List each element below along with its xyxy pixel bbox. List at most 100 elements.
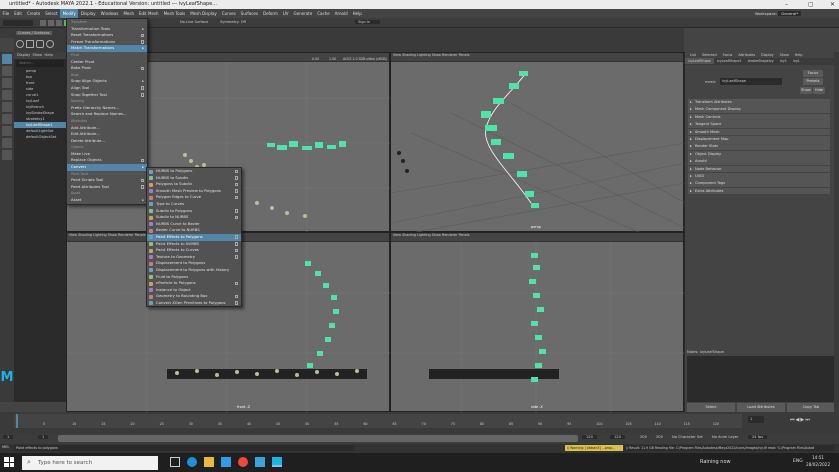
menu-display[interactable]: Display bbox=[78, 9, 98, 18]
menu-item-geometry-to-bounding-box[interactable]: Geometry to Bounding Box bbox=[147, 293, 241, 300]
menu-item-add-attribute[interactable]: Add Attribute... bbox=[67, 125, 147, 132]
layout-single-icon[interactable] bbox=[2, 126, 12, 136]
menu-item-match-transformations[interactable]: Match Transformations ▸ bbox=[67, 45, 147, 52]
playback-end-field[interactable]: 120 bbox=[582, 435, 597, 439]
option-box-icon[interactable] bbox=[140, 178, 144, 183]
menu-item-prefix-hierarchy-names[interactable]: Prefix Hierarchy Names... bbox=[67, 105, 147, 112]
rotate-tool-icon[interactable] bbox=[2, 102, 12, 112]
attr-section-component-tags[interactable]: Component Tags bbox=[688, 180, 830, 188]
menu-cache[interactable]: Cache bbox=[315, 9, 332, 18]
menu-item-edit-attribute[interactable]: Edit Attribute... bbox=[67, 131, 147, 138]
menu-item-texture-to-geometry[interactable]: Texture to Geometry bbox=[147, 254, 241, 261]
menu-curves[interactable]: Curves bbox=[219, 9, 238, 18]
menu-item-displacement-to-polygons-with-history[interactable]: Displacement to Polygons with History bbox=[147, 267, 241, 274]
menu-generate[interactable]: Generate bbox=[291, 9, 315, 18]
option-box-icon[interactable] bbox=[234, 169, 238, 173]
mail-icon[interactable] bbox=[255, 457, 265, 467]
anim-end-field-2[interactable]: 200 bbox=[656, 435, 663, 439]
task-view-icon[interactable] bbox=[170, 457, 180, 467]
menu-item-transformation-tools[interactable]: Transformation Tools ▸ bbox=[67, 26, 147, 33]
menu-item-convert[interactable]: Convert ▸ bbox=[67, 164, 147, 171]
menu-mesh[interactable]: Mesh bbox=[121, 9, 137, 18]
menu-modify[interactable]: Modify bbox=[60, 9, 79, 18]
hide-button[interactable]: Hide bbox=[813, 87, 825, 94]
attr-section-tangent-space[interactable]: Tangent Space bbox=[688, 121, 830, 128]
attr-section-uuid[interactable]: UUID bbox=[688, 172, 830, 180]
attr-tab-strokeshapeivy[interactable]: strokeShapeIvy bbox=[745, 58, 777, 64]
menu-item-bake-pivot[interactable]: Bake Pivot bbox=[67, 65, 147, 72]
load-attributes-button[interactable]: Load Attributes bbox=[737, 403, 785, 412]
menu-item-paint-effects-to-curves[interactable]: Paint Effects to Curves bbox=[147, 247, 241, 254]
maximize-icon[interactable]: ▢ bbox=[808, 0, 814, 9]
menu-item-nurbs-to-subdiv[interactable]: NURBS to Subdiv bbox=[147, 175, 241, 182]
option-box-icon[interactable] bbox=[234, 242, 238, 246]
start-frame-field[interactable]: 1 bbox=[3, 435, 14, 439]
show-button[interactable]: Show bbox=[800, 87, 812, 94]
sign-in-button[interactable]: Sign In bbox=[355, 20, 381, 24]
maya-taskbar-icon[interactable] bbox=[272, 457, 282, 467]
attr-tab-ivyl[interactable]: ivyL bbox=[790, 58, 803, 64]
menu-item-reset-transformations[interactable]: Reset Transformations bbox=[67, 32, 147, 39]
attr-section-smooth-mesh[interactable]: Smooth Mesh bbox=[688, 128, 830, 136]
select-button[interactable]: Select bbox=[687, 403, 735, 412]
attr-node-name-input[interactable]: ivyLeafShape bbox=[720, 78, 782, 85]
menu-item-nurbs-curve-to-bezier[interactable]: NURBS Curve to Bezier bbox=[147, 221, 241, 228]
attr-tab-ivy1[interactable]: ivy1 bbox=[777, 58, 790, 64]
cube-icon[interactable] bbox=[36, 40, 44, 48]
menu-arnold[interactable]: Arnold bbox=[332, 9, 350, 18]
outliner-item[interactable]: defaultObjectSet bbox=[14, 134, 66, 140]
mel-label[interactable]: MEL bbox=[2, 445, 9, 449]
attr-section-mesh-component-display[interactable]: Mesh Component Display bbox=[688, 106, 830, 114]
menu-help[interactable]: Help bbox=[350, 9, 364, 18]
attr-section-transform-attributes[interactable]: Transform Attributes bbox=[688, 99, 830, 106]
menu-uv[interactable]: UV bbox=[280, 9, 291, 18]
menu-item-paint-effects-to-polygons[interactable]: Paint Effects to Polygons bbox=[147, 233, 241, 241]
menu-windows[interactable]: Windows bbox=[98, 9, 121, 18]
mode-dropdown[interactable] bbox=[3, 20, 33, 26]
workspace-selector[interactable]: Workspace: General* bbox=[755, 9, 802, 18]
option-box-icon[interactable] bbox=[234, 235, 238, 239]
option-box-icon[interactable] bbox=[140, 40, 144, 44]
current-frame-field[interactable]: 1 bbox=[748, 416, 764, 423]
anim-layer-dropdown[interactable]: No Anim Layer bbox=[712, 435, 738, 439]
language-indicator[interactable]: ENG bbox=[793, 459, 803, 464]
notes-textarea[interactable] bbox=[687, 356, 835, 402]
viewport-side[interactable]: View Shading Lighting Show Renderer Pane… bbox=[390, 232, 685, 413]
menu-item-polygons-to-subdiv[interactable]: Polygons to Subdiv bbox=[147, 181, 241, 188]
sphere-icon[interactable] bbox=[46, 40, 54, 48]
menu-item-center-pivot[interactable]: Center Pivot bbox=[67, 59, 147, 66]
attr-section-extra-attributes[interactable]: Extra Attributes bbox=[688, 187, 830, 195]
character-set-dropdown[interactable]: No Character Set bbox=[672, 435, 703, 439]
option-box-icon[interactable] bbox=[234, 209, 238, 213]
clock-time[interactable]: 14:51 bbox=[812, 455, 824, 460]
close-icon[interactable]: ✕ bbox=[830, 0, 835, 9]
option-box-icon[interactable] bbox=[234, 255, 238, 259]
menu-mesh-tools[interactable]: Mesh Tools bbox=[161, 9, 188, 18]
clock-date[interactable]: 28/02/2022 bbox=[806, 462, 830, 467]
circle-icon[interactable] bbox=[16, 40, 24, 48]
focus-button[interactable]: Focus bbox=[803, 70, 823, 77]
menu-item-paint-scripts-tool[interactable]: Paint Scripts Tool bbox=[67, 177, 147, 184]
menu-item-convert-xgen-primitives-to-polygons[interactable]: Convert XGen Primitives to Polygons bbox=[147, 300, 241, 307]
range-bar[interactable] bbox=[58, 435, 578, 442]
option-box-icon[interactable] bbox=[234, 189, 238, 193]
attr-section-render-stats[interactable]: Render Stats bbox=[688, 143, 830, 151]
scale-tool-icon[interactable] bbox=[2, 114, 12, 124]
layout-outliner-icon[interactable] bbox=[2, 150, 12, 160]
option-box-icon[interactable] bbox=[234, 294, 238, 299]
menu-item-snap-together-tool[interactable]: Snap Together Tool bbox=[67, 92, 147, 99]
attr-tab-ivyleafshape[interactable]: ivyLeafShape bbox=[685, 58, 714, 64]
menu-item-freeze-transformations[interactable]: Freeze Transformations bbox=[67, 39, 147, 46]
menu-item-paint-attributes-tool[interactable]: Paint Attributes Tool bbox=[67, 184, 147, 191]
menu-select[interactable]: Select bbox=[43, 9, 60, 18]
option-box-icon[interactable] bbox=[140, 33, 144, 38]
time-slider[interactable]: 5 10 15 20 25 30 35 40 45 50 55 60 65 70 75 80 85 90 95 100… bbox=[0, 412, 839, 434]
menu-item-paint-effects-to-nurbs[interactable]: Paint Effects to NURBS bbox=[147, 241, 241, 248]
chrome-icon[interactable] bbox=[238, 457, 248, 467]
menu-item-nparticle-to-polygons[interactable]: nParticle to Polygons bbox=[147, 280, 241, 287]
outliner-menu-help[interactable]: Help bbox=[45, 53, 53, 57]
attr-side-tabs[interactable] bbox=[834, 52, 839, 412]
option-box-icon[interactable] bbox=[140, 93, 144, 97]
menu-file[interactable]: File bbox=[0, 9, 12, 18]
no-live-surface-label[interactable]: No Live Surface bbox=[180, 20, 208, 24]
